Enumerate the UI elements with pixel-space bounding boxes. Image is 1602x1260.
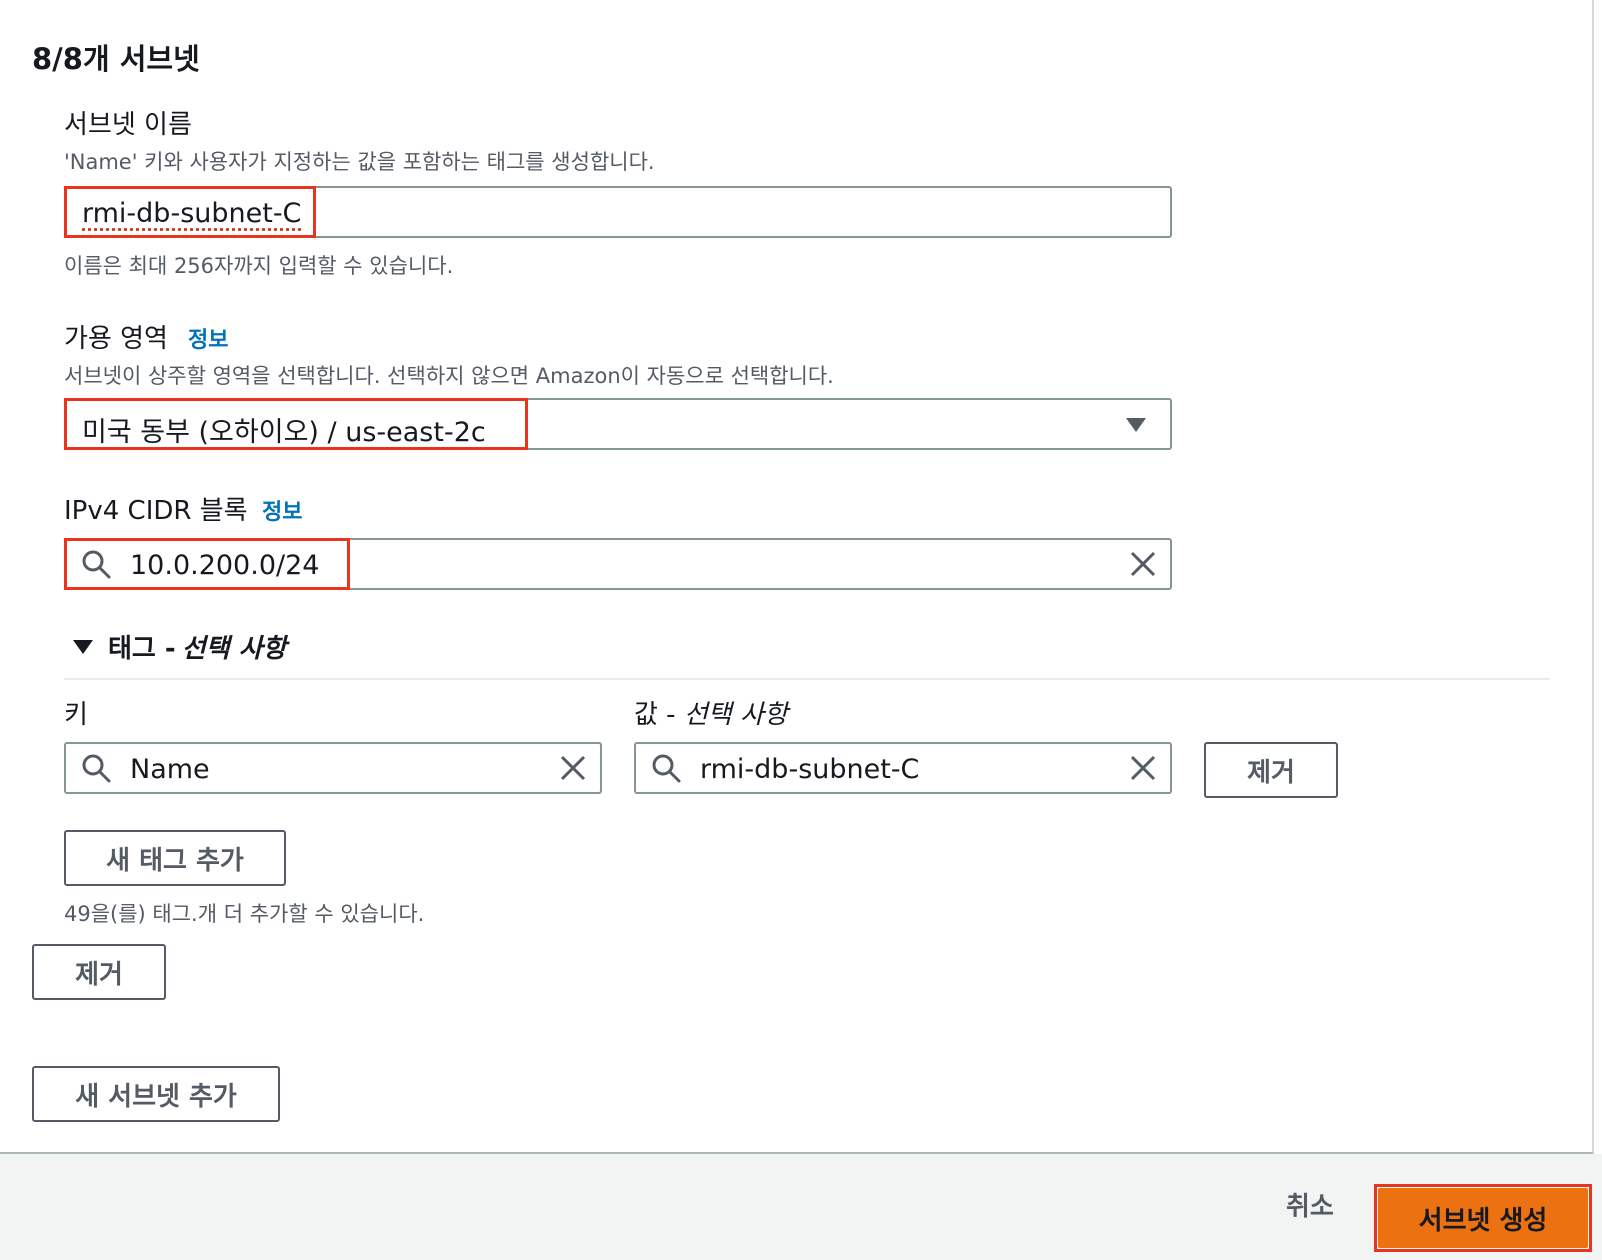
- tag-key-value: Name: [130, 754, 210, 785]
- tags-header: 태그 -: [108, 634, 176, 664]
- search-icon: [652, 754, 681, 783]
- highlight-box: [64, 186, 316, 238]
- close-icon[interactable]: [1128, 549, 1158, 579]
- tag-value-input[interactable]: rmi-db-subnet-C: [634, 742, 1172, 794]
- highlight-box: [1374, 1184, 1592, 1252]
- availability-zone-label: 가용 영역: [64, 324, 168, 354]
- availability-zone-info-link[interactable]: 정보: [188, 322, 228, 354]
- availability-zone-description: 서브넷이 상주할 영역을 선택합니다. 선택하지 않으면 Amazon이 자동으…: [64, 364, 834, 388]
- divider: [64, 678, 1550, 680]
- subnet-name-label: 서브넷 이름: [64, 110, 192, 140]
- highlight-box: [64, 398, 528, 450]
- subnet-settings-panel: 8/8개 서브넷 서브넷 이름 'Name' 키와 사용자가 지정하는 값을 포…: [0, 0, 1594, 1154]
- remove-tag-button[interactable]: 제거: [1204, 742, 1338, 798]
- add-subnet-button[interactable]: 새 서브넷 추가: [32, 1066, 280, 1122]
- cancel-button[interactable]: 취소: [1286, 1186, 1334, 1223]
- close-icon[interactable]: [558, 753, 588, 783]
- tags-expander[interactable]: 태그 - 선택 사항: [72, 628, 286, 665]
- ipv4-cidr-info-link[interactable]: 정보: [262, 494, 302, 526]
- caret-down-icon: [1126, 418, 1146, 432]
- tag-value-label-text: 값 -: [634, 700, 684, 730]
- tag-value-value: rmi-db-subnet-C: [700, 754, 920, 785]
- search-icon: [82, 754, 111, 783]
- add-tag-button[interactable]: 새 태그 추가: [64, 830, 286, 886]
- subnet-name-constraint: 이름은 최대 256자까지 입력할 수 있습니다.: [64, 254, 454, 278]
- tag-key-input[interactable]: Name: [64, 742, 602, 794]
- ipv4-cidr-label: IPv4 CIDR 블록: [64, 496, 248, 526]
- footer-bar: 취소 서브넷 생성: [0, 1154, 1602, 1260]
- section-title: 8/8개 서브넷: [32, 42, 200, 76]
- close-icon[interactable]: [1128, 753, 1158, 783]
- expand-caret-icon: [73, 639, 93, 654]
- highlight-box: [64, 538, 350, 590]
- tag-value-label: 값 - 선택 사항: [634, 694, 788, 731]
- tags-remaining-text: 49을(를) 태그.개 더 추가할 수 있습니다.: [64, 902, 425, 926]
- subnet-name-description: 'Name' 키와 사용자가 지정하는 값을 포함하는 태그를 생성합니다.: [64, 150, 655, 174]
- tag-value-label-optional: 선택 사항: [683, 700, 788, 730]
- remove-subnet-button[interactable]: 제거: [32, 944, 166, 1000]
- tag-key-label: 키: [64, 700, 88, 730]
- tags-header-optional: 선택 사항: [181, 634, 287, 664]
